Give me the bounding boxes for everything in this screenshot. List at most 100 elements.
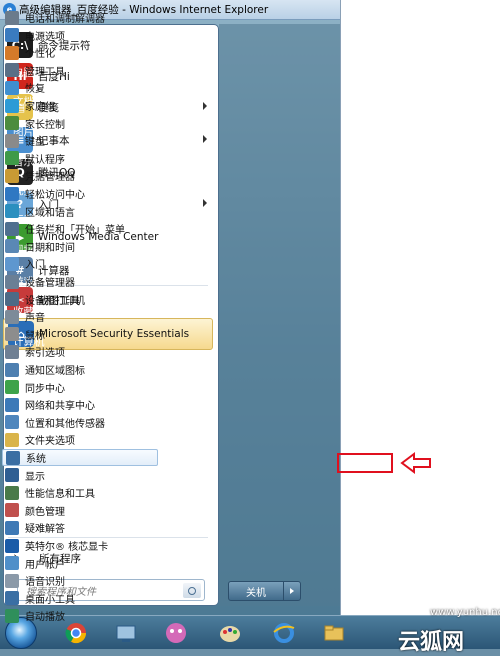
control-panel-item[interactable]: 设备和打印机 (2, 291, 157, 308)
item-label: 语音识别 (25, 577, 65, 589)
control-panel-icon (5, 415, 19, 430)
control-panel-item[interactable]: 恢复 (2, 79, 157, 96)
control-panel-item[interactable]: 网络和共享中心 (2, 396, 157, 413)
item-label: 网络和共享中心 (25, 401, 95, 413)
control-panel-item[interactable]: 同步中心 (2, 379, 157, 396)
item-label: 任务栏和「开始」菜单 (25, 225, 125, 237)
item-label: 性能信息和工具 (25, 489, 95, 501)
item-label: 管理工具 (25, 66, 65, 78)
control-panel-item[interactable]: 用户帐户 (2, 555, 157, 572)
item-label: 凭据管理器 (25, 172, 75, 184)
control-panel-item[interactable]: 管理工具 (2, 62, 157, 79)
control-panel-item[interactable]: 电话和调制解调器 (2, 9, 157, 26)
control-panel-item[interactable]: 日期和时间 (2, 238, 157, 255)
control-panel-icon (5, 485, 19, 500)
item-label: 声音 (25, 313, 45, 325)
paint-taskbar-icon[interactable] (208, 618, 252, 648)
item-label: 自动播放 (25, 612, 65, 624)
control-panel-icon (5, 309, 19, 324)
control-panel-icon (5, 608, 19, 623)
item-label: 默认程序 (25, 154, 65, 166)
control-panel-icon (5, 327, 19, 342)
control-panel-item[interactable]: 通知区域图标 (2, 361, 157, 378)
control-panel-item[interactable]: 默认程序 (2, 150, 157, 167)
control-panel-item[interactable]: 自动播放 (2, 607, 157, 624)
control-panel-icon (5, 116, 19, 131)
control-panel-item[interactable]: 轻松访问中心 (2, 185, 157, 202)
control-panel-icon (5, 556, 19, 571)
control-panel-item[interactable]: 位置和其他传感器 (2, 414, 157, 431)
control-panel-icon (5, 98, 19, 113)
control-panel-item[interactable]: 电源选项 (2, 27, 157, 44)
control-panel-icon (5, 133, 19, 148)
control-panel-icon (5, 397, 19, 412)
control-panel-item[interactable]: 凭据管理器 (2, 167, 157, 184)
control-panel-item[interactable]: 声音 (2, 308, 157, 325)
control-panel-icon (5, 362, 19, 377)
item-label: 索引选项 (25, 348, 65, 360)
control-panel-icon (5, 274, 19, 289)
control-panel-item[interactable]: 英特尔® 核芯显卡 (2, 537, 157, 554)
item-label: 鼠标 (25, 330, 45, 342)
control-panel-icon (5, 204, 19, 219)
control-panel-icon (5, 186, 19, 201)
control-panel-item[interactable]: 显示 (2, 467, 157, 484)
control-panel-icon (5, 221, 19, 236)
control-panel-icon (5, 292, 19, 307)
item-label: 键盘 (25, 137, 45, 149)
app-taskbar-icon[interactable] (154, 618, 198, 648)
control-panel-item[interactable]: 疑难解答 (2, 519, 157, 536)
item-label: 区域和语言 (25, 207, 75, 219)
control-panel-item[interactable]: 语音识别 (2, 572, 157, 589)
control-panel-item[interactable]: 区域和语言 (2, 203, 157, 220)
control-panel-item[interactable]: 家长控制 (2, 115, 157, 132)
folder-taskbar-icon[interactable] (312, 618, 356, 648)
item-label: 桌面小工具 (25, 594, 75, 606)
control-panel-item[interactable]: 索引选项 (2, 343, 157, 360)
search-icon[interactable] (183, 583, 201, 598)
item-label: 日期和时间 (25, 242, 75, 254)
item-label: 家庭组 (25, 102, 55, 113)
control-panel-item[interactable]: 系统 (2, 449, 158, 466)
item-label: 同步中心 (25, 383, 65, 395)
control-panel-item[interactable]: 鼠标 (2, 326, 157, 343)
control-panel-icon (5, 432, 19, 447)
item-label: 通知区域图标 (25, 366, 85, 377)
item-label: 显示 (25, 471, 45, 483)
chevron-right-icon (203, 102, 207, 110)
control-panel-item[interactable]: 任务栏和「开始」菜单 (2, 220, 157, 237)
control-panel-icon (5, 168, 19, 183)
control-panel-item[interactable]: 入门 (2, 255, 157, 272)
control-panel-icon (5, 10, 19, 25)
control-panel-icon (5, 151, 19, 166)
control-panel-icon (5, 380, 19, 395)
control-panel-item[interactable]: 性能信息和工具 (2, 484, 157, 501)
control-panel-item[interactable]: 颜色管理 (2, 502, 157, 519)
item-label: 恢复 (25, 84, 45, 96)
ie-taskbar-icon[interactable] (262, 618, 306, 648)
control-panel-icon (5, 591, 19, 606)
control-panel-icon (5, 63, 19, 78)
control-panel-item[interactable]: 设备管理器 (2, 273, 157, 290)
control-panel-item[interactable]: 个性化 (2, 44, 157, 61)
watermark-url: www.yunhu.net (430, 607, 500, 618)
item-label: 系统 (26, 454, 46, 465)
item-label: 轻松访问中心 (25, 190, 85, 201)
control-panel-item[interactable]: 桌面小工具 (2, 590, 157, 607)
control-panel-icon (5, 468, 19, 483)
control-panel-item[interactable]: 家庭组 (2, 97, 157, 114)
control-panel-submenu (340, 0, 500, 615)
shutdown-options-button[interactable] (284, 581, 301, 601)
control-panel-icon (5, 28, 19, 43)
control-panel-icon (6, 450, 20, 465)
control-panel-icon (5, 573, 19, 588)
item-label: 疑难解答 (25, 524, 65, 536)
shutdown-button[interactable]: 关机 (228, 581, 284, 601)
item-label: 颜色管理 (25, 506, 65, 518)
item-label: 家长控制 (25, 119, 65, 131)
control-panel-icon (5, 80, 19, 95)
control-panel-icon (5, 45, 19, 60)
control-panel-item[interactable]: 文件夹选项 (2, 431, 157, 448)
control-panel-item[interactable]: 键盘 (2, 132, 157, 149)
chevron-right-icon (203, 135, 207, 143)
